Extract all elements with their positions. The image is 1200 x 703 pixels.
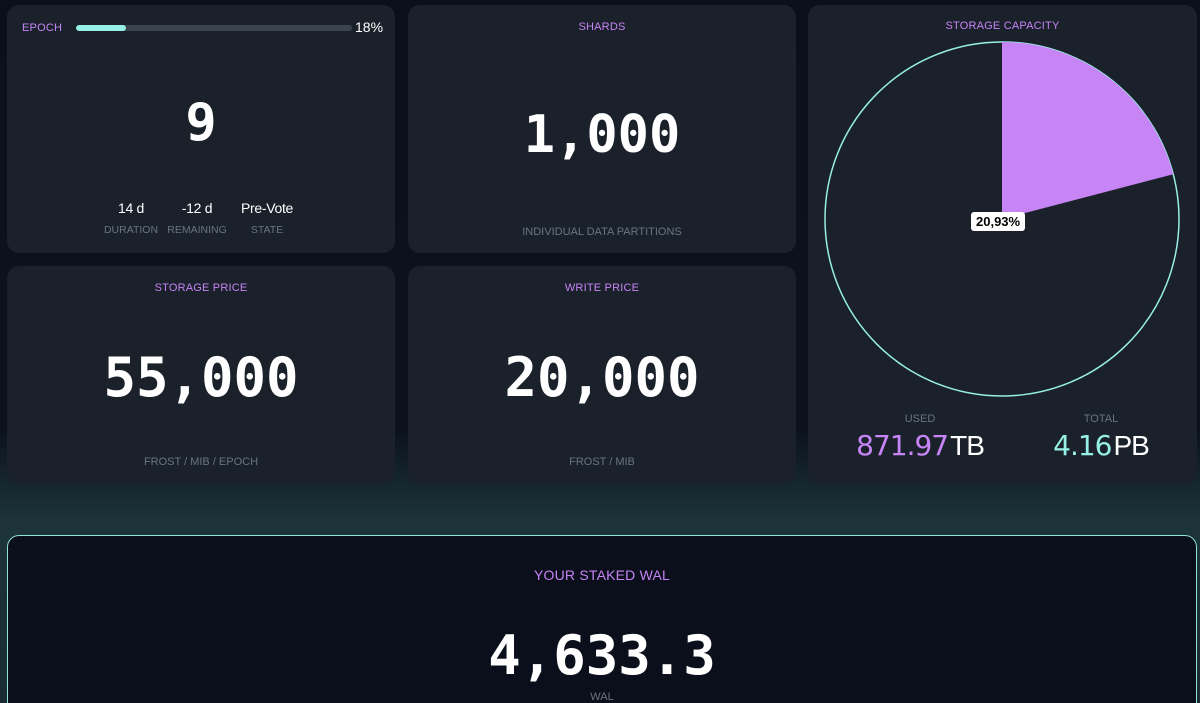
- epoch-duration: 14 d DURATION: [103, 200, 159, 236]
- capacity-used-label: USED: [904, 413, 936, 425]
- storage-price-value: 55,000: [103, 346, 299, 409]
- capacity-used: USED 871.97TB: [856, 413, 985, 462]
- epoch-remaining-label: REMAINING: [167, 224, 227, 236]
- epoch-title: EPOCH: [22, 22, 63, 34]
- shards-caption: INDIVIDUAL DATA PARTITIONS: [522, 226, 682, 238]
- capacity-total-label: TOTAL: [1083, 413, 1119, 425]
- epoch-duration-label: DURATION: [103, 224, 159, 236]
- staked-wal-amount: 4,633.3: [488, 624, 716, 687]
- storage-capacity-card: STORAGE CAPACITY 20,93% USED 871.97TB TO…: [808, 5, 1197, 484]
- storage-price-title: STORAGE PRICE: [154, 282, 248, 294]
- epoch-state-value: Pre-Vote: [240, 200, 294, 216]
- write-price-title: WRITE PRICE: [564, 282, 640, 294]
- epoch-state-label: STATE: [250, 224, 284, 236]
- storage-capacity-title: STORAGE CAPACITY: [945, 20, 1060, 32]
- capacity-used-amount: 871.97TB: [856, 429, 985, 462]
- epoch-remaining: -12 d REMAINING: [167, 200, 227, 236]
- staked-wal-card: YOUR STAKED WAL 4,633.3 WAL: [7, 535, 1197, 703]
- write-price-card: WRITE PRICE 20,000 FROST / MIB: [408, 266, 796, 484]
- epoch-progress-bar: [76, 25, 352, 31]
- epoch-duration-value: 14 d: [117, 200, 145, 216]
- epoch-progress-fill: [76, 25, 126, 31]
- epoch-progress-percent: 18%: [355, 19, 384, 35]
- epoch-state: Pre-Vote STATE: [235, 200, 299, 236]
- shards-count: 1,000: [523, 105, 681, 165]
- capacity-used-unit: TB: [950, 430, 985, 461]
- pie-used-percent-label: 20,93%: [971, 212, 1026, 231]
- write-price-value: 20,000: [504, 346, 700, 409]
- capacity-total-amount: 4.16PB: [1053, 429, 1150, 462]
- epoch-card: EPOCH 18% 9 14 d DURATION -12 d REMAININ…: [7, 5, 395, 253]
- capacity-total-value: 4.16: [1053, 429, 1112, 462]
- capacity-total: TOTAL 4.16PB: [1051, 413, 1151, 462]
- capacity-total-unit: PB: [1113, 430, 1149, 461]
- storage-price-card: STORAGE PRICE 55,000 FROST / MIB / EPOCH: [7, 266, 395, 484]
- staked-wal-unit: WAL: [590, 691, 614, 703]
- epoch-stats: 14 d DURATION -12 d REMAINING Pre-Vote S…: [7, 200, 395, 236]
- write-price-unit: FROST / MIB: [569, 456, 635, 468]
- staked-wal-title: YOUR STAKED WAL: [533, 567, 671, 583]
- epoch-number: 9: [185, 93, 217, 153]
- shards-title: SHARDS: [578, 21, 626, 33]
- capacity-used-value: 871.97: [856, 429, 949, 462]
- epoch-remaining-value: -12 d: [181, 200, 213, 216]
- storage-price-unit: FROST / MIB / EPOCH: [143, 456, 259, 468]
- shards-card: SHARDS 1,000 INDIVIDUAL DATA PARTITIONS: [408, 5, 796, 253]
